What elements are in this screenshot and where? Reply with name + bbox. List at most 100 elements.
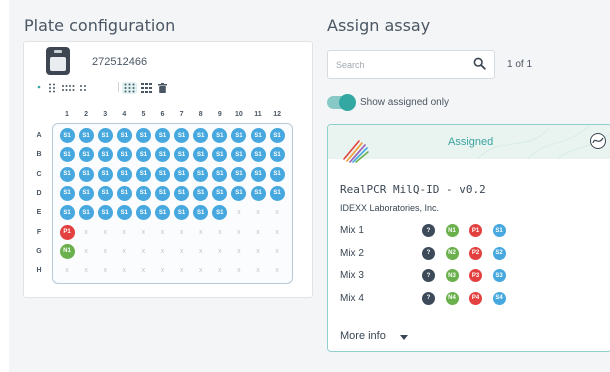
plate-well[interactable]: x <box>251 263 266 278</box>
plate-well[interactable]: S1 <box>155 166 170 182</box>
plate-well[interactable]: S1 <box>250 147 266 163</box>
layout-column-icon[interactable] <box>48 83 56 95</box>
plate-well[interactable]: S1 <box>59 185 75 201</box>
plate-well[interactable]: x <box>212 244 227 259</box>
column-header[interactable]: 1 <box>60 111 74 118</box>
plate-well[interactable]: x <box>174 225 189 240</box>
plate-well[interactable]: S1 <box>59 128 75 143</box>
plate-well[interactable]: x <box>270 225 285 240</box>
column-header[interactable]: 3 <box>98 111 112 118</box>
plate-well[interactable]: x <box>60 263 75 278</box>
row-header[interactable]: D <box>35 190 43 197</box>
chevron-down-icon[interactable] <box>400 335 408 340</box>
plate-well[interactable]: x <box>193 244 208 259</box>
plate-well[interactable]: S1 <box>174 128 190 143</box>
layout-single-icon[interactable] <box>36 83 42 93</box>
show-assigned-toggle[interactable] <box>327 94 356 111</box>
plate-well[interactable]: x <box>174 244 189 259</box>
plate-well[interactable]: S1 <box>78 185 94 201</box>
plate-well[interactable]: x <box>98 263 113 278</box>
row-header[interactable]: E <box>35 209 43 216</box>
plate-well[interactable]: S1 <box>250 128 266 143</box>
column-header[interactable]: 8 <box>194 111 208 118</box>
plate-well[interactable]: S1 <box>135 166 151 182</box>
row-header[interactable]: H <box>35 267 43 274</box>
plate-well[interactable]: S1 <box>116 205 132 221</box>
plate-well[interactable]: x <box>155 263 170 278</box>
plate-well[interactable]: x <box>79 263 94 278</box>
plate-well[interactable]: S1 <box>212 166 228 182</box>
plate-well[interactable]: S1 <box>97 205 113 221</box>
plate-well[interactable]: N1 <box>59 243 75 259</box>
plate-well[interactable]: S1 <box>135 205 151 221</box>
plate-well[interactable]: x <box>270 263 285 278</box>
plate-well[interactable]: x <box>251 244 266 259</box>
row-header[interactable]: F <box>35 229 43 236</box>
plate-well[interactable]: x <box>117 244 132 259</box>
assay-card[interactable]: Assigned RealPCR MilQ-ID - v0.2 IDEXX La… <box>327 124 610 352</box>
column-header[interactable]: 5 <box>136 111 150 118</box>
plate-well[interactable]: x <box>117 263 132 278</box>
trash-icon[interactable] <box>158 83 167 95</box>
plate-well[interactable]: S1 <box>155 185 170 201</box>
column-header[interactable]: 10 <box>232 111 246 118</box>
plate-well[interactable]: S1 <box>155 128 170 143</box>
plate-well[interactable]: S1 <box>97 166 113 182</box>
plate-well[interactable]: x <box>270 205 285 220</box>
column-header[interactable]: 6 <box>156 111 170 118</box>
column-header[interactable]: 7 <box>175 111 189 118</box>
plate-well[interactable]: S1 <box>193 185 209 201</box>
plate-well[interactable]: x <box>117 225 132 240</box>
plate-well[interactable]: S1 <box>193 166 209 182</box>
plate-well[interactable]: S1 <box>97 128 113 143</box>
plate-well[interactable]: x <box>231 225 246 240</box>
plate-well[interactable]: S1 <box>78 205 94 221</box>
plate-well[interactable]: S1 <box>269 185 285 201</box>
plate-well[interactable]: S1 <box>59 147 75 163</box>
grid-small-icon[interactable] <box>141 83 152 95</box>
plate-well[interactable]: S1 <box>231 166 247 182</box>
row-header[interactable]: A <box>35 132 43 139</box>
plate-well[interactable]: x <box>79 225 94 240</box>
assay-wave-icon[interactable] <box>589 132 607 155</box>
more-info-button[interactable]: More info <box>340 330 386 342</box>
plate-well[interactable]: x <box>136 225 151 240</box>
plate-well[interactable]: P1 <box>59 224 75 240</box>
plate-well[interactable]: S1 <box>97 185 113 201</box>
plate-well[interactable]: x <box>270 244 285 259</box>
plate-well[interactable]: S1 <box>116 185 132 201</box>
column-header[interactable]: 9 <box>213 111 227 118</box>
plate-well[interactable]: x <box>212 225 227 240</box>
row-header[interactable]: C <box>35 171 43 178</box>
plate-well[interactable]: S1 <box>174 166 190 182</box>
plate-well[interactable]: S1 <box>116 147 132 163</box>
plate-well[interactable]: S1 <box>78 166 94 182</box>
plate-well[interactable]: x <box>193 225 208 240</box>
plate-well[interactable]: x <box>79 244 94 259</box>
column-header[interactable]: 12 <box>270 111 284 118</box>
plate-well[interactable]: x <box>155 225 170 240</box>
plate-well[interactable]: x <box>136 263 151 278</box>
plate-well[interactable]: x <box>155 244 170 259</box>
plate-well[interactable]: x <box>98 244 113 259</box>
plate-well[interactable]: S1 <box>78 128 94 143</box>
column-header[interactable]: 2 <box>79 111 93 118</box>
plate-well[interactable]: S1 <box>135 185 151 201</box>
plate-well[interactable]: S1 <box>135 128 151 143</box>
layout-row-icon[interactable] <box>61 83 75 95</box>
plate-well[interactable]: S1 <box>269 128 285 143</box>
column-header[interactable]: 4 <box>117 111 131 118</box>
plate-well[interactable]: S1 <box>116 166 132 182</box>
plate-well[interactable]: S1 <box>174 185 190 201</box>
row-header[interactable]: G <box>35 248 43 255</box>
plate-well[interactable]: S1 <box>250 166 266 182</box>
row-header[interactable]: B <box>35 151 43 158</box>
plate-well[interactable]: x <box>98 225 113 240</box>
plate-well[interactable]: S1 <box>59 166 75 182</box>
plate-well[interactable]: S1 <box>116 128 132 143</box>
plate-well[interactable]: S1 <box>269 147 285 163</box>
plate-well[interactable]: S1 <box>269 166 285 182</box>
plate-well[interactable]: S1 <box>78 147 94 163</box>
plate-well[interactable]: x <box>136 244 151 259</box>
plate-well[interactable]: S1 <box>250 185 266 201</box>
